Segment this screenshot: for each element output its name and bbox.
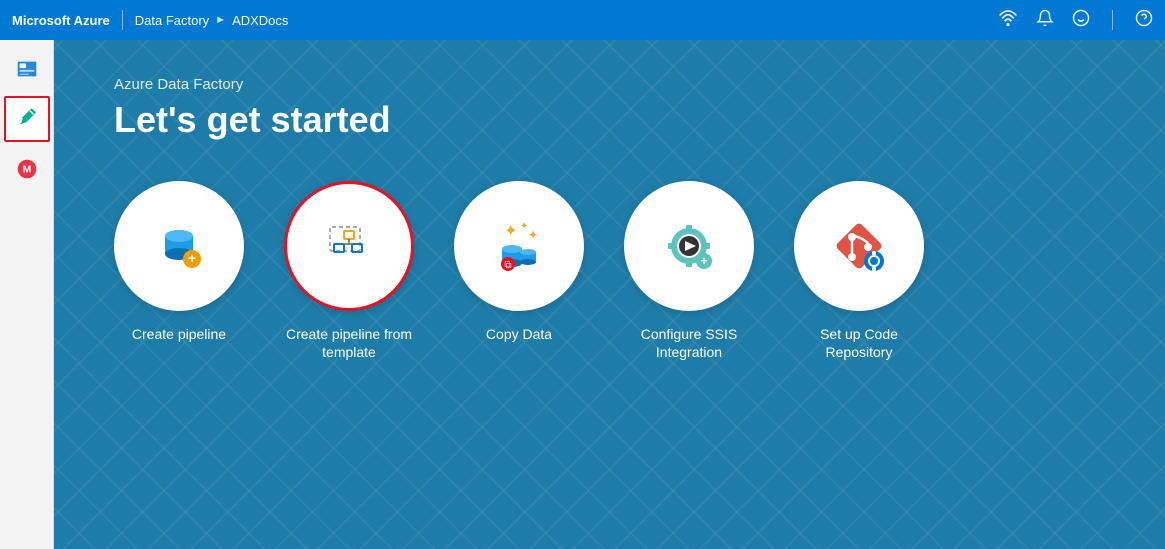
breadcrumb-arrow: ► <box>215 14 226 26</box>
bell-icon[interactable] <box>1036 9 1054 32</box>
topbar-vert-divider <box>1112 10 1113 30</box>
sidebar-item-monitor[interactable]: M <box>4 146 50 192</box>
breadcrumb-data-factory[interactable]: Data Factory <box>135 13 209 28</box>
sidebar: M <box>0 40 54 549</box>
content-area: Azure Data Factory Let's get started <box>54 40 1165 549</box>
card-circle-copy-data: ✦ ✦ ✦ <box>454 181 584 311</box>
card-circle-ssis: + <box>624 181 754 311</box>
card-create-pipeline-template[interactable]: Create pipeline from template <box>284 181 414 361</box>
card-configure-ssis[interactable]: + Configure SSIS Integration <box>624 181 754 361</box>
card-label-template: Create pipeline from template <box>284 325 414 361</box>
svg-text:M: M <box>22 165 31 176</box>
wifi-icon[interactable] <box>998 8 1018 33</box>
card-label-copy-data: Copy Data <box>486 325 552 343</box>
help-icon[interactable] <box>1135 9 1153 32</box>
content-subtitle: Azure Data Factory <box>114 76 1105 93</box>
svg-text:+: + <box>188 250 196 266</box>
brand-label: Microsoft Azure <box>12 13 110 28</box>
card-circle-code-repo <box>794 181 924 311</box>
cards-row: + Create pipeline <box>114 181 1105 361</box>
topbar: Microsoft Azure Data Factory ► ADXDocs <box>0 0 1165 40</box>
content-title: Let's get started <box>114 99 1105 141</box>
card-circle-create-pipeline: + <box>114 181 244 311</box>
topbar-divider <box>122 10 123 30</box>
card-create-pipeline[interactable]: + Create pipeline <box>114 181 244 343</box>
emoji-icon[interactable] <box>1072 9 1090 32</box>
breadcrumb-adxdocs[interactable]: ADXDocs <box>232 13 288 28</box>
card-label-create-pipeline: Create pipeline <box>132 325 226 343</box>
card-label-ssis: Configure SSIS Integration <box>624 325 754 361</box>
breadcrumb: Data Factory ► ADXDocs <box>135 13 289 28</box>
svg-text:⧉: ⧉ <box>504 260 511 271</box>
svg-text:+: + <box>700 254 707 268</box>
card-circle-template <box>284 181 414 311</box>
card-label-code-repo: Set up Code Repository <box>794 325 924 361</box>
svg-text:✦: ✦ <box>504 223 517 240</box>
card-copy-data[interactable]: ✦ ✦ ✦ <box>454 181 584 343</box>
svg-text:✦: ✦ <box>528 228 538 242</box>
main-layout: M Azure Data Factory Let's get started <box>0 40 1165 549</box>
sidebar-item-edit[interactable] <box>4 96 50 142</box>
sidebar-item-author[interactable] <box>4 46 50 92</box>
card-setup-code-repo[interactable]: Set up Code Repository <box>794 181 924 361</box>
topbar-right <box>998 8 1153 33</box>
content-inner: Azure Data Factory Let's get started <box>114 76 1105 361</box>
